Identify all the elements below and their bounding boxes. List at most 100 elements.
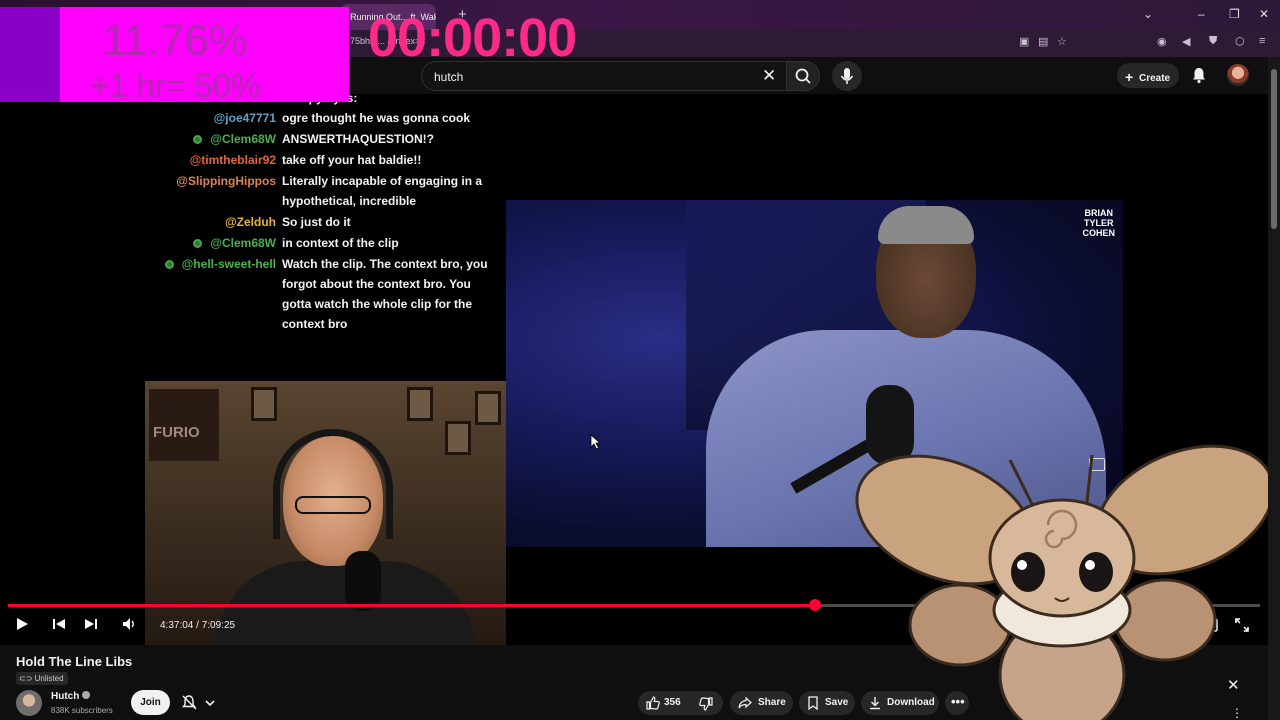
moth-eye-left	[1011, 552, 1045, 592]
chat-username[interactable]: @Clem68W	[150, 129, 282, 149]
chat-username-text: @timtheblair92	[189, 153, 276, 167]
more-actions-button[interactable]: •••	[945, 691, 969, 715]
goal-counter-overlay: 11.76% +1 hr= 50%	[0, 7, 349, 102]
share-icon	[738, 696, 752, 709]
chat-username[interactable]: @SlippingHippos	[150, 171, 282, 211]
download-button[interactable]: Download	[861, 691, 939, 715]
progress-scrubber[interactable]	[809, 599, 822, 611]
chat-text: take off your hat baldie!!	[282, 153, 422, 167]
like-count[interactable]: 356	[664, 697, 681, 708]
member-badge-icon	[193, 239, 203, 248]
voice-search-button[interactable]	[832, 61, 862, 91]
chat-username-text: @SlippingHippos	[176, 174, 276, 188]
wall-frame	[407, 387, 433, 421]
chat-text: Watch the clip. The context bro, you for…	[282, 257, 488, 331]
channel-name-text: Hutch	[51, 691, 80, 702]
goal-bonus: +1 hr= 50%	[89, 67, 261, 104]
thumbs-down-icon[interactable]	[699, 697, 713, 711]
chat-message: @Clem68W ANSWERTHAQUESTION!?	[150, 129, 510, 149]
clear-search-icon[interactable]: ✕	[762, 66, 776, 86]
chat-message: @hell-sweet-hell Watch the clip. The cont…	[150, 254, 510, 334]
chat-message: @SlippingHippos Literally incapable of en…	[150, 171, 510, 211]
chat-message: @timtheblair92 take off your hat baldie!!	[150, 150, 510, 170]
moth-mascot	[855, 444, 1275, 720]
extensions-icon[interactable]: ⬡	[1235, 35, 1245, 48]
shield-icon[interactable]: ⛊	[1209, 35, 1217, 48]
page-scrollbar[interactable]	[1268, 57, 1280, 720]
chat-text: ANSWERTHAQUESTION!?	[282, 132, 434, 146]
play-button[interactable]	[14, 616, 30, 637]
close-panel-icon[interactable]: ✕	[1227, 676, 1240, 694]
chat-username[interactable]: @hell-sweet-hell	[150, 254, 282, 334]
reader-view-icon[interactable]: ▤	[1038, 35, 1048, 48]
chat-username-text: @hell-sweet-hell	[181, 257, 276, 271]
picture-in-picture-icon[interactable]: ▣	[1019, 35, 1029, 48]
chat-text: ogre thought he was gonna cook	[282, 111, 471, 125]
chat-username-text: @Clem68W	[210, 236, 276, 250]
play-icon	[17, 618, 28, 630]
plus-icon: +	[1125, 69, 1134, 85]
chat-username-text: @Clem68W	[210, 132, 276, 146]
notifications-button[interactable]	[1190, 66, 1208, 89]
chat-username[interactable]: @joe47771	[150, 108, 282, 128]
previous-icon	[53, 619, 65, 629]
member-badge-icon	[164, 260, 174, 269]
join-button[interactable]: Join	[131, 690, 170, 715]
share-label: Share	[758, 697, 786, 708]
logo-line: BRIAN	[1084, 208, 1113, 218]
guest-hair	[878, 206, 974, 244]
menu-icon[interactable]: ≡	[1259, 35, 1265, 47]
subscription-bell-button[interactable]	[180, 693, 220, 718]
logo-line: TYLER	[1083, 218, 1114, 228]
moth-head	[988, 498, 1136, 618]
chat-message: @joe47771 ogre thought he was gonna cook	[150, 108, 510, 128]
previous-button[interactable]	[51, 616, 67, 637]
account-icon[interactable]: ◉	[1157, 35, 1167, 48]
next-icon	[85, 619, 97, 629]
chat-username[interactable]: @Clem68W	[150, 233, 282, 253]
wall-frame	[475, 391, 501, 425]
audio-icon[interactable]: ◀	[1182, 35, 1190, 48]
restore-icon[interactable]: ❐	[1229, 7, 1240, 21]
wall-poster: FURIO	[149, 389, 219, 461]
volume-icon	[123, 618, 134, 630]
unlisted-badge: ⊂⊃ Unlisted	[16, 672, 68, 685]
chat-username[interactable]: @Zelduh	[150, 212, 282, 232]
moth-eye-right	[1079, 552, 1113, 592]
tab-list-chevron-icon[interactable]: ⌄	[1143, 7, 1153, 21]
account-avatar[interactable]	[1227, 64, 1249, 86]
minimize-icon[interactable]: –	[1198, 7, 1205, 21]
scrollbar-thumb[interactable]	[1271, 69, 1277, 229]
share-button[interactable]: Share	[730, 691, 793, 715]
save-label: Save	[825, 697, 849, 708]
glasses	[295, 496, 371, 514]
mute-button[interactable]	[121, 616, 137, 637]
wall-frame	[445, 421, 471, 455]
bell-icon	[1193, 68, 1205, 84]
close-window-icon[interactable]: ✕	[1259, 7, 1269, 21]
channel-avatar[interactable]	[16, 690, 42, 716]
stream-timer: 00:00:00	[368, 8, 577, 68]
video-title: Hold The Line Libs	[16, 654, 133, 669]
chat-username-text: @Zelduh	[224, 215, 276, 229]
channel-name[interactable]: Hutch	[51, 691, 91, 702]
download-label: Download	[887, 697, 935, 708]
save-button[interactable]: Save	[799, 691, 855, 715]
member-badge-icon	[193, 135, 203, 144]
verified-icon	[82, 691, 91, 699]
chat-username[interactable]: @timtheblair92	[150, 150, 282, 170]
search-button[interactable]	[786, 61, 820, 91]
create-button[interactable]: + Create	[1117, 63, 1179, 88]
chat-text: So just do it	[282, 215, 351, 229]
poster-text: FURIO	[153, 424, 200, 441]
chat-message: @Clem68W in context of the clip	[150, 233, 510, 253]
bell-off-icon	[182, 695, 215, 710]
thumbs-up-icon[interactable]	[646, 696, 660, 710]
more-vertical-icon[interactable]: ⋮	[1231, 706, 1243, 720]
next-button[interactable]	[83, 616, 99, 637]
subscriber-count: 838K subscribers	[51, 706, 113, 715]
bookmark-star-icon[interactable]: ☆	[1057, 35, 1067, 48]
chat-message: @Zelduh So just do it	[150, 212, 510, 232]
wall-frame	[251, 387, 277, 421]
download-icon	[870, 697, 880, 710]
